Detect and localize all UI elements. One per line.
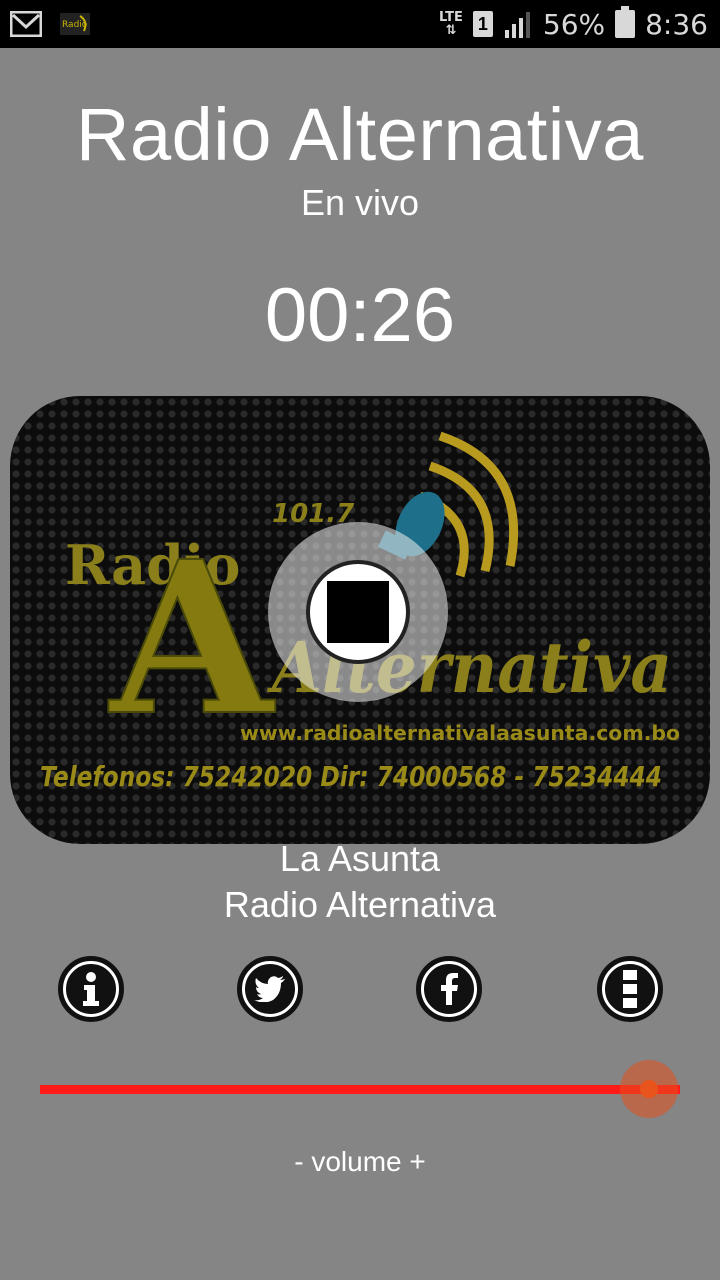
status-bar: Radio LTE ⇅ 1 56% 8:36 bbox=[0, 0, 720, 48]
more-icon bbox=[623, 970, 637, 1008]
app-notification-icon: Radio bbox=[60, 13, 90, 35]
volume-slider[interactable] bbox=[40, 1060, 680, 1120]
sim-icon: 1 bbox=[472, 11, 493, 37]
stop-button-inner bbox=[306, 560, 410, 664]
station-name: Radio Alternativa bbox=[223, 884, 497, 925]
cover-website: www.radioalternativalaasunta.com.bo bbox=[240, 721, 680, 745]
stop-button[interactable] bbox=[268, 522, 448, 702]
twitter-button[interactable] bbox=[237, 956, 303, 1022]
more-button[interactable] bbox=[597, 956, 663, 1022]
clock: 8:36 bbox=[645, 7, 708, 41]
gmail-icon bbox=[10, 11, 42, 37]
volume-track bbox=[40, 1085, 680, 1094]
elapsed-time: 00:26 bbox=[264, 273, 456, 358]
twitter-icon bbox=[254, 976, 285, 1002]
info-icon bbox=[83, 972, 99, 1006]
signal-icon bbox=[504, 12, 530, 38]
volume-label: - volume + bbox=[294, 1146, 426, 1177]
battery-charging-icon bbox=[615, 6, 636, 38]
live-label: En vivo bbox=[300, 182, 420, 223]
cover-phones: Telefonos: 75242020 Dir: 74000568 - 7523… bbox=[40, 760, 662, 793]
facebook-button[interactable] bbox=[416, 956, 482, 1022]
lte-icon: LTE ⇅ bbox=[438, 10, 463, 38]
info-button[interactable] bbox=[58, 956, 124, 1022]
station-title: Radio Alternativa bbox=[76, 93, 644, 176]
stop-icon bbox=[327, 581, 389, 643]
battery-percent: 56% bbox=[542, 7, 606, 41]
station-location: La Asunta bbox=[279, 838, 441, 879]
facebook-icon bbox=[441, 973, 458, 1005]
volume-thumb[interactable] bbox=[640, 1080, 658, 1098]
